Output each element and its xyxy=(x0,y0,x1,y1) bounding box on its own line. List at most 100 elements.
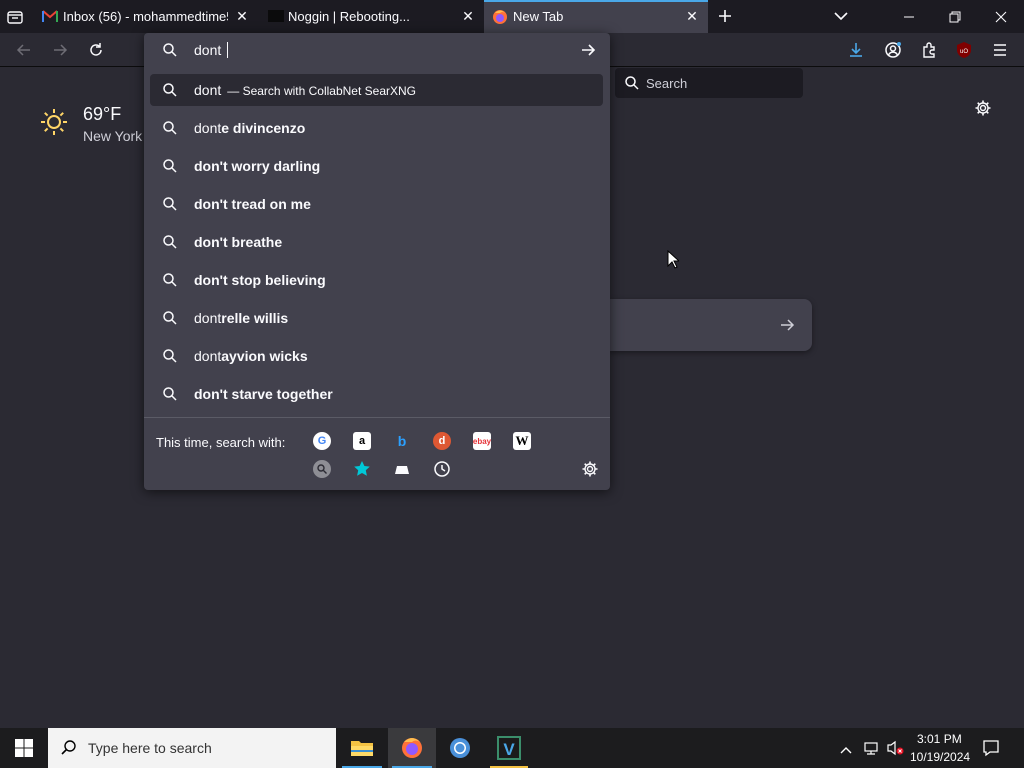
amazon-icon[interactable]: a xyxy=(353,432,371,450)
notifications-icon[interactable] xyxy=(982,739,1000,762)
tab-new-tab[interactable]: New Tab ✕ xyxy=(484,0,708,33)
close-tab-icon[interactable]: ✕ xyxy=(460,8,476,24)
account-icon[interactable] xyxy=(881,38,905,62)
chrome-taskbar-icon[interactable] xyxy=(436,728,484,768)
close-window-button[interactable] xyxy=(978,0,1024,33)
search-bar[interactable]: Search xyxy=(615,68,803,98)
search-icon xyxy=(162,234,178,253)
restore-button[interactable] xyxy=(932,0,978,33)
suggestion-item[interactable]: donte divincenzo xyxy=(150,112,603,144)
bookmarks-star-icon[interactable] xyxy=(353,460,371,478)
suggestion-item[interactable]: don't worry darling xyxy=(150,150,603,182)
suggestion-text: don't tread on me xyxy=(194,196,311,212)
start-button[interactable] xyxy=(0,728,48,768)
suggestion-item[interactable]: dontayvion wicks xyxy=(150,340,603,372)
suggestion-text: dontayvion wicks xyxy=(194,348,308,364)
firefox-icon xyxy=(492,9,508,28)
search-icon xyxy=(624,75,640,96)
suggestion-completion: don't worry darling xyxy=(194,158,321,174)
reload-button[interactable] xyxy=(84,38,108,62)
list-all-tabs-chevron-down-icon[interactable] xyxy=(832,8,850,24)
suggestion-item[interactable]: dontrelle willis xyxy=(150,302,603,334)
tabs-icon[interactable] xyxy=(393,460,411,478)
suggestion-item[interactable]: don't breathe xyxy=(150,226,603,258)
suggestion-completion: don't starve together xyxy=(194,386,333,402)
google-icon[interactable]: G xyxy=(313,432,331,450)
show-hidden-icons-chevron-up-icon[interactable] xyxy=(840,742,852,760)
url-input-value[interactable]: dont xyxy=(194,42,229,58)
svg-text:V: V xyxy=(503,740,515,759)
bing-icon[interactable]: b xyxy=(393,432,411,450)
file-explorer-icon[interactable] xyxy=(338,728,386,768)
taskbar: Type here to search V 3:01 PM 10/19/2024 xyxy=(0,728,1024,768)
one-off-label: This time, search with: xyxy=(156,435,286,450)
menu-icon[interactable] xyxy=(988,38,1012,62)
ebay-icon[interactable]: ebay xyxy=(473,432,491,450)
suggestion-text: dontrelle willis xyxy=(194,310,288,326)
suggestion-completion: don't stop believing xyxy=(194,272,326,288)
back-button[interactable] xyxy=(12,38,36,62)
searxng-icon[interactable] xyxy=(313,460,331,478)
history-icon[interactable] xyxy=(433,460,451,478)
suggestion-completion: don't breathe xyxy=(194,234,283,250)
duckduckgo-icon[interactable]: d xyxy=(433,432,451,450)
forward-button[interactable] xyxy=(48,38,72,62)
search-icon xyxy=(162,272,178,291)
mouse-cursor-icon xyxy=(667,249,681,274)
search-settings-gear-icon[interactable] xyxy=(581,460,599,483)
gmail-icon xyxy=(42,9,58,26)
settings-gear-icon[interactable] xyxy=(974,99,992,117)
close-tab-icon[interactable]: ✕ xyxy=(684,8,700,24)
search-bar-placeholder: Search xyxy=(646,76,688,91)
suggestion-text: donte divincenzo xyxy=(194,120,305,136)
url-input[interactable]: dont xyxy=(144,33,610,67)
tab-noggin[interactable]: Noggin | Rebooting... ✕ xyxy=(258,0,484,33)
search-icon xyxy=(162,120,178,139)
ublock-origin-icon[interactable]: uO xyxy=(952,38,976,62)
search-icon xyxy=(162,158,178,177)
close-tab-icon[interactable]: ✕ xyxy=(234,8,250,24)
search-icon xyxy=(162,310,178,329)
suggestion-text: don't starve together xyxy=(194,386,333,402)
vmware-taskbar-icon[interactable]: V xyxy=(488,728,530,768)
svg-text:uO: uO xyxy=(960,49,968,55)
wikipedia-icon[interactable]: W xyxy=(513,432,531,450)
weather-temperature: 69°F xyxy=(83,104,122,124)
suggestion-prefix: dont xyxy=(194,348,222,364)
noggin-favicon-icon xyxy=(268,10,284,22)
go-arrow-icon[interactable] xyxy=(580,42,596,63)
suggestion-text: don't breathe xyxy=(194,234,282,250)
taskbar-search-box[interactable]: Type here to search xyxy=(48,728,336,768)
suggestion-completion: don't tread on me xyxy=(194,196,311,212)
extensions-icon[interactable] xyxy=(917,38,941,62)
network-icon[interactable] xyxy=(863,740,879,761)
one-off-search-bar: This time, search with: G a b d ebay W xyxy=(144,417,610,490)
search-icon xyxy=(60,739,78,762)
taskbar-search-placeholder: Type here to search xyxy=(88,740,212,756)
arrow-right-icon[interactable] xyxy=(779,317,795,338)
suggestion-item[interactable]: don't stop believing xyxy=(150,264,603,296)
suggestion-item[interactable]: dont — Search with CollabNet SearXNG xyxy=(150,74,603,106)
firefox-taskbar-icon[interactable] xyxy=(388,728,436,768)
tab-strip: Inbox (56) - mohammedtime57@ ✕ Noggin | … xyxy=(0,0,1024,33)
minimize-button[interactable] xyxy=(886,0,932,33)
suggestion-item[interactable]: don't starve together xyxy=(150,378,603,410)
weather-location: New York xyxy=(83,128,143,144)
suggestion-completion: e divincenzo xyxy=(221,120,306,136)
suggestion-action: — Search with CollabNet SearXNG xyxy=(227,84,416,98)
search-icon xyxy=(162,196,178,215)
tab-list-icon[interactable] xyxy=(6,8,24,26)
clock-time[interactable]: 3:01 PM xyxy=(917,732,962,746)
suggestion-completion: relle willis xyxy=(221,310,289,326)
newtab-search-box[interactable] xyxy=(609,299,812,351)
suggestion-item[interactable]: don't tread on me xyxy=(150,188,603,220)
volume-muted-icon[interactable] xyxy=(886,740,904,761)
downloads-icon[interactable] xyxy=(844,38,868,62)
clock-date[interactable]: 10/19/2024 xyxy=(910,750,970,764)
new-tab-button[interactable] xyxy=(716,7,734,25)
sun-icon xyxy=(40,108,68,141)
tab-gmail[interactable]: Inbox (56) - mohammedtime57@ ✕ xyxy=(32,0,258,33)
search-icon xyxy=(162,82,178,101)
search-icon xyxy=(162,42,178,63)
suggestion-text: don't stop believing xyxy=(194,272,326,288)
